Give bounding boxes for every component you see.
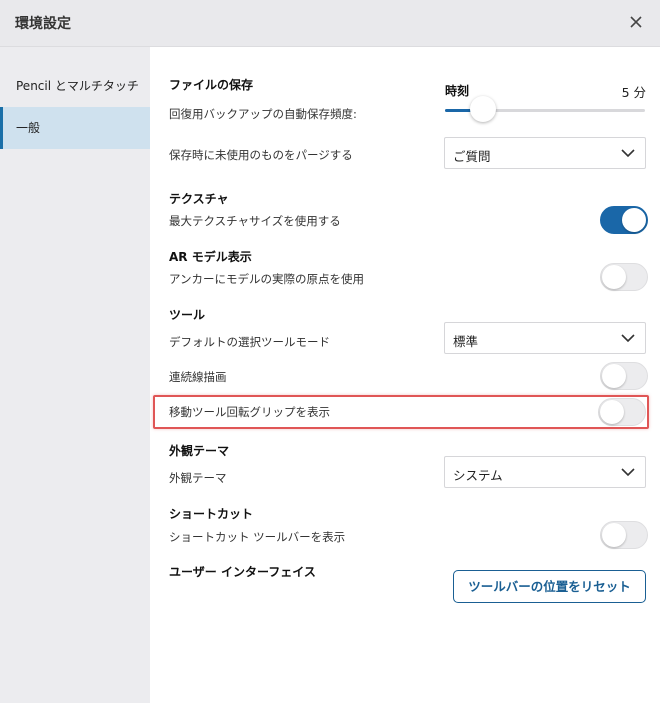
shortcut-toolbar-label: ショートカット ツールバーを表示: [169, 530, 346, 544]
section-heading-ar: AR モデル表示: [169, 250, 252, 264]
theme-label: 外観テーマ: [169, 471, 227, 485]
section-heading-shortcuts: ショートカット: [169, 507, 254, 521]
sidebar-item-label: Pencil とマルチタッチ: [16, 79, 139, 93]
toggle-knob: [600, 400, 624, 424]
continuous-line-label: 連続線描画: [169, 370, 227, 384]
max-texture-label: 最大テクスチャサイズを使用する: [169, 214, 341, 228]
default-tool-mode-label: デフォルトの選択ツールモード: [169, 335, 330, 349]
sidebar-item-label: 一般: [16, 121, 41, 135]
shortcut-toolbar-toggle[interactable]: [600, 521, 648, 549]
slider-value: 5 分: [621, 85, 646, 100]
slider-title: 時刻: [445, 84, 470, 98]
section-heading-tools: ツール: [169, 308, 206, 322]
reset-toolbar-position-button[interactable]: ツールバーの位置をリセット: [453, 570, 646, 603]
purge-label: 保存時に未使用のものをパージする: [169, 148, 353, 162]
default-tool-mode-dropdown[interactable]: 標準: [444, 322, 646, 354]
section-heading-appearance: 外観テーマ: [169, 444, 230, 458]
settings-panel: ファイルの保存 時刻 5 分 回復用バックアップの自動保存頻度: 保存時に未使用…: [150, 47, 660, 703]
autosave-slider-thumb[interactable]: [470, 96, 496, 122]
theme-dropdown-value: システム: [453, 468, 503, 483]
chevron-down-icon: [621, 334, 635, 343]
toggle-knob: [622, 208, 646, 232]
window-title: 環境設定: [15, 16, 71, 32]
autosave-label: 回復用バックアップの自動保存頻度:: [169, 107, 357, 121]
section-heading-ui: ユーザー インターフェイス: [169, 565, 316, 579]
toggle-knob: [602, 364, 626, 388]
section-heading-file-save: ファイルの保存: [169, 78, 254, 92]
theme-dropdown[interactable]: システム: [444, 456, 646, 488]
purge-dropdown-value: ご質問: [453, 149, 491, 164]
close-icon[interactable]: [626, 12, 646, 32]
sidebar: Pencil とマルチタッチ 一般: [0, 47, 150, 703]
chevron-down-icon: [621, 149, 635, 158]
anchor-origin-toggle[interactable]: [600, 263, 648, 291]
toggle-knob: [602, 523, 626, 547]
default-tool-mode-value: 標準: [453, 334, 479, 349]
rotate-grip-label: 移動ツール回転グリップを表示: [169, 405, 330, 419]
continuous-line-toggle[interactable]: [600, 362, 648, 390]
chevron-down-icon: [621, 468, 635, 477]
section-heading-textures: テクスチャ: [169, 192, 229, 206]
toggle-knob: [602, 265, 626, 289]
anchor-origin-label: アンカーにモデルの実際の原点を使用: [169, 272, 365, 286]
rotate-grip-toggle[interactable]: [598, 398, 646, 426]
sidebar-item-pencil-multitouch[interactable]: Pencil とマルチタッチ: [0, 65, 150, 107]
sidebar-item-general[interactable]: 一般: [0, 107, 150, 149]
purge-dropdown[interactable]: ご質問: [444, 137, 646, 169]
max-texture-toggle[interactable]: [600, 206, 648, 234]
title-bar: 環境設定: [0, 0, 660, 47]
